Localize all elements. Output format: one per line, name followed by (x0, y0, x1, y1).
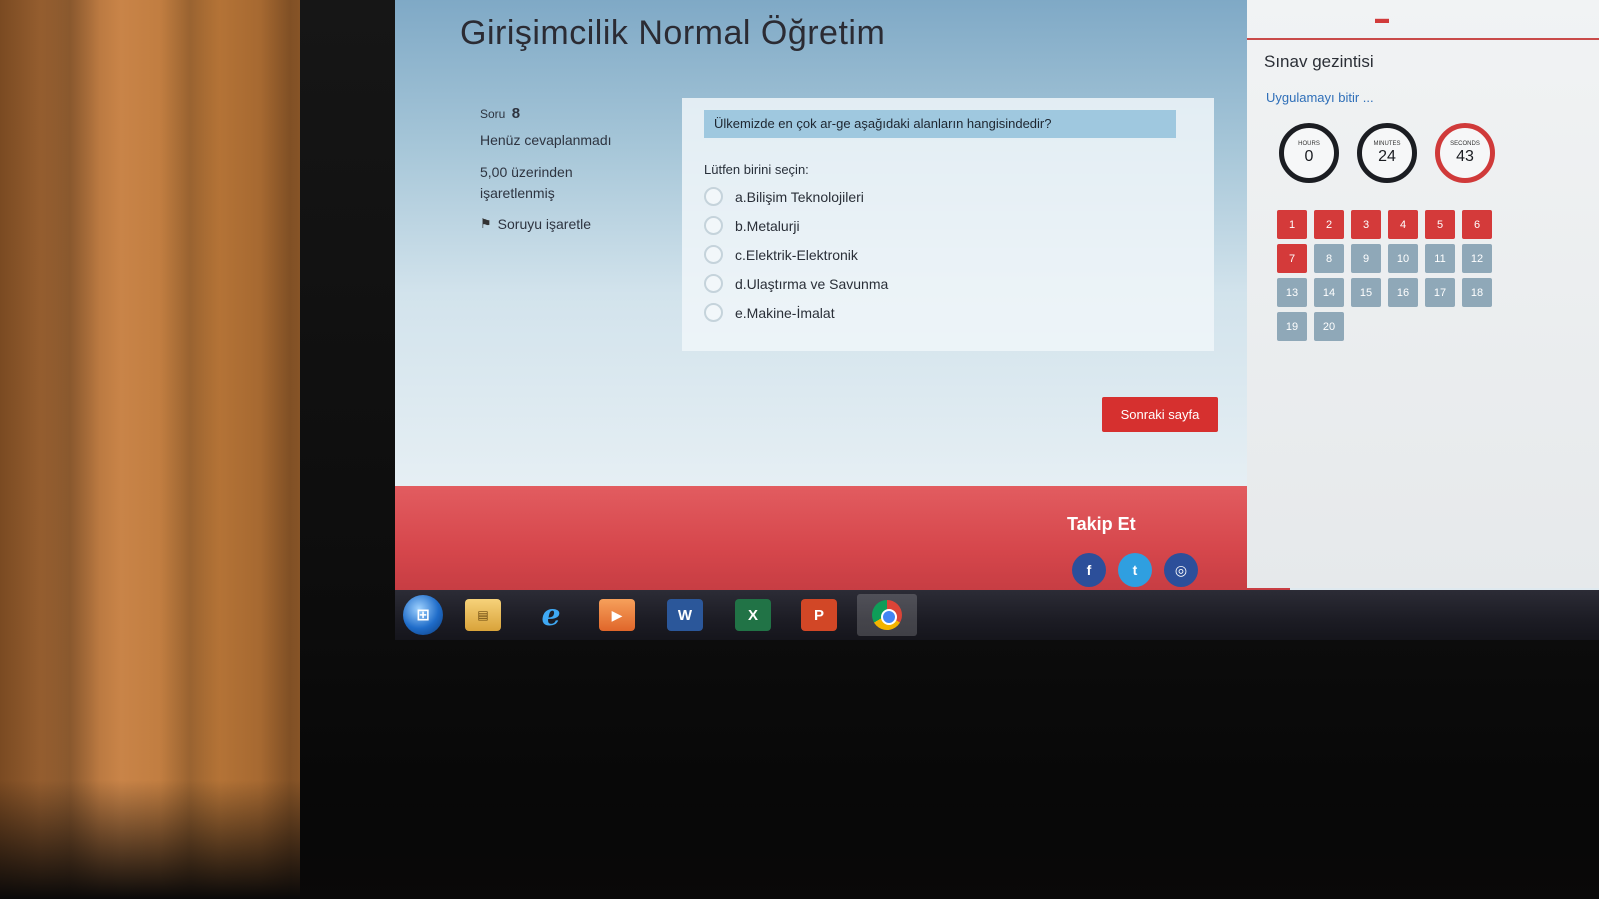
quiz-navigation-title: Sınav gezintisi (1264, 52, 1374, 71)
answer-label: b.Metalurji (735, 217, 800, 234)
powerpoint-icon: P (801, 599, 837, 631)
timer-hours: HOURS 0 (1279, 123, 1339, 183)
answer-option-e[interactable]: e.Makine-İmalat (704, 298, 888, 327)
timer-minutes-label: MINUTES (1373, 140, 1401, 147)
question-nav-button[interactable]: 17 (1425, 278, 1455, 307)
question-number: Soru 8 (480, 105, 670, 122)
facebook-icon[interactable]: f (1072, 553, 1106, 587)
timer-seconds: SECONDS 43 (1435, 123, 1495, 183)
timer-seconds-label: SECONDS (1450, 140, 1480, 147)
answer-prompt: Lütfen birini seçin: (704, 162, 809, 177)
follow-heading: Takip Et (1067, 514, 1136, 534)
taskbar-word[interactable]: W (659, 594, 711, 636)
answer-label: a.Bilişim Teknolojileri (735, 188, 864, 205)
question-nav-button[interactable]: 13 (1277, 278, 1307, 307)
flag-icon: ⚑ (480, 216, 492, 231)
page-title: Girişimcilik Normal Öğretim (460, 14, 886, 52)
flag-question-link[interactable]: ⚑ Soruyu işaretle (480, 216, 670, 232)
background-curtain (0, 0, 345, 899)
countdown-timer: HOURS 0 MINUTES 24 SECONDS 43 (1279, 123, 1495, 183)
taskbar-chrome[interactable] (857, 594, 917, 636)
answer-label: d.Ulaştırma ve Savunma (735, 275, 889, 292)
social-links: f t ◎ (1072, 553, 1198, 587)
windows-taskbar: ⊞ ▤ e ▶ W X P (395, 590, 1599, 640)
timer-hours-value: 0 (1304, 147, 1314, 165)
question-number-value: 8 (511, 105, 521, 122)
answer-option-b[interactable]: b.Metalurji (704, 211, 888, 240)
question-nav-button[interactable]: 16 (1388, 278, 1418, 307)
next-page-button[interactable]: Sonraki sayfa (1102, 397, 1218, 432)
curtain-fold (40, 0, 100, 899)
question-nav-button[interactable]: 11 (1425, 244, 1455, 273)
instagram-icon[interactable]: ◎ (1164, 553, 1198, 587)
question-nav-button[interactable]: 9 (1351, 244, 1381, 273)
finish-attempt-link[interactable]: Uygulamayı bitir ... (1266, 90, 1374, 105)
question-nav-button[interactable]: 6 (1462, 210, 1492, 239)
timer-minutes: MINUTES 24 (1357, 123, 1417, 183)
question-nav-button[interactable]: 5 (1425, 210, 1455, 239)
radio-button[interactable] (704, 303, 723, 322)
sidebar-header: ▬ (1247, 0, 1599, 40)
timer-minutes-value: 24 (1378, 147, 1396, 165)
question-nav-button[interactable]: 20 (1314, 312, 1344, 341)
taskbar-media-player[interactable]: ▶ (591, 594, 643, 636)
answer-option-a[interactable]: a.Bilişim Teknolojileri (704, 182, 888, 211)
radio-button[interactable] (704, 245, 723, 264)
question-nav-button[interactable]: 19 (1277, 312, 1307, 341)
answer-option-c[interactable]: c.Elektrik-Elektronik (704, 240, 888, 269)
question-nav-button[interactable]: 12 (1462, 244, 1492, 273)
excel-icon: X (735, 599, 771, 631)
question-info-panel: Soru 8 Henüz cevaplanmadı 5,00 üzerinden… (480, 105, 670, 232)
question-nav-button[interactable]: 3 (1351, 210, 1381, 239)
answer-state: Henüz cevaplanmadı (480, 132, 612, 148)
twitter-icon[interactable]: t (1118, 553, 1152, 587)
answer-option-d[interactable]: d.Ulaştırma ve Savunma (704, 269, 888, 298)
quiz-main-area: Girişimcilik Normal Öğretim Soru 8 Henüz… (395, 0, 1410, 490)
question-card: Ülkemizde en çok ar-ge aşağıdaki alanlar… (682, 98, 1410, 443)
question-number-label: Soru (480, 107, 506, 121)
flag-question-label: Soruyu işaretle (497, 216, 592, 232)
question-nav-button[interactable]: 10 (1388, 244, 1418, 273)
radio-button[interactable] (704, 187, 723, 206)
question-nav-button[interactable]: 2 (1314, 210, 1344, 239)
marked-out-of: 5,00 üzerinden işaretlenmiş (480, 164, 573, 201)
monitor-screen: Girişimcilik Normal Öğretim Soru 8 Henüz… (395, 0, 1599, 640)
taskbar-file-explorer[interactable]: ▤ (457, 594, 509, 636)
answer-label: c.Elektrik-Elektronik (735, 246, 858, 263)
start-button[interactable]: ⊞ (397, 594, 449, 636)
question-text: Ülkemizde en çok ar-ge aşağıdaki alanlar… (704, 110, 1176, 138)
curtain-fold (160, 0, 220, 899)
site-footer: Takip Et f t ◎ (395, 486, 1290, 590)
radio-button[interactable] (704, 216, 723, 235)
folder-icon: ▤ (465, 599, 501, 631)
timer-seconds-value: 43 (1456, 147, 1474, 165)
question-nav-button[interactable]: 18 (1462, 278, 1492, 307)
media-player-icon: ▶ (599, 599, 635, 631)
question-nav-button[interactable]: 1 (1277, 210, 1307, 239)
radio-button[interactable] (704, 274, 723, 293)
timer-hours-label: HOURS (1298, 140, 1320, 147)
question-nav-button[interactable]: 8 (1314, 244, 1344, 273)
internet-explorer-icon: e (541, 597, 561, 633)
question-nav-button[interactable]: 15 (1351, 278, 1381, 307)
question-nav-button[interactable]: 7 (1277, 244, 1307, 273)
word-icon: W (667, 599, 703, 631)
answer-label: e.Makine-İmalat (735, 304, 835, 321)
chrome-icon (872, 600, 902, 630)
windows-start-icon: ⊞ (403, 595, 443, 635)
question-nav-button[interactable]: 4 (1388, 210, 1418, 239)
taskbar-internet-explorer[interactable]: e (525, 594, 577, 636)
question-nav-button[interactable]: 14 (1314, 278, 1344, 307)
quiz-navigation-sidebar: ▬ Sınav gezintisi Uygulamayı bitir ... H… (1247, 0, 1599, 588)
desk-shadow (0, 780, 1599, 899)
question-navigation-grid: 1 2 3 4 5 6 7 8 9 10 11 12 13 14 15 16 17 18 19 20 (1277, 210, 1507, 341)
answer-options: a.Bilişim Teknolojileri b.Metalurji c.El… (704, 182, 888, 327)
taskbar-powerpoint[interactable]: P (793, 594, 845, 636)
hamburger-icon[interactable]: ▬ (1375, 10, 1389, 26)
taskbar-excel[interactable]: X (727, 594, 779, 636)
